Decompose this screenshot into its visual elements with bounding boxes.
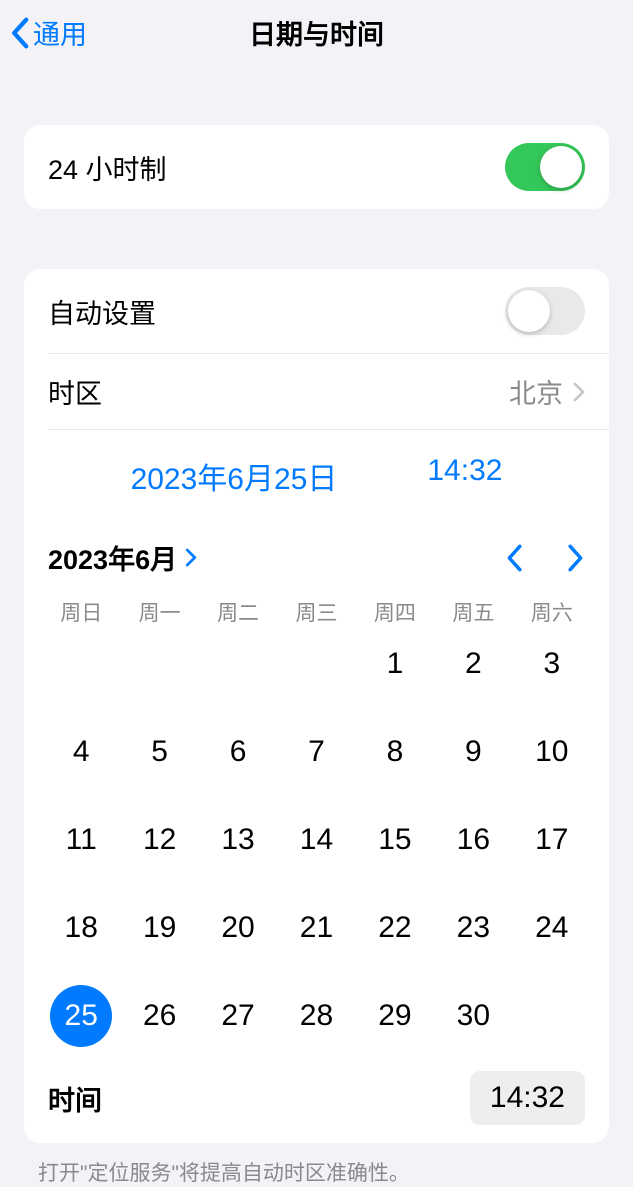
calendar-day[interactable]: 8 — [356, 719, 434, 785]
calendar-day[interactable]: 24 — [513, 895, 591, 961]
section-datetime: 自动设置 时区 北京 2023年6月25日 14:32 2023年6月 — [24, 269, 609, 1143]
calendar-day[interactable]: 5 — [120, 719, 198, 785]
calendar-day[interactable]: 6 — [199, 719, 277, 785]
calendar-day[interactable]: 27 — [199, 983, 277, 1049]
weekday-label: 周日 — [42, 597, 120, 627]
month-label-text: 2023年6月 — [48, 538, 177, 577]
calendar-day[interactable]: 22 — [356, 895, 434, 961]
time-display[interactable]: 14:32 — [427, 454, 502, 498]
date-display[interactable]: 2023年6月25日 — [131, 454, 338, 498]
back-label: 通用 — [33, 13, 87, 52]
datetime-display: 2023年6月25日 14:32 — [48, 429, 609, 522]
calendar-day-empty — [42, 631, 120, 697]
prev-month-button[interactable] — [505, 544, 523, 572]
label-24h-clock: 24 小时制 — [48, 148, 167, 187]
calendar-day[interactable]: 17 — [513, 807, 591, 873]
time-picker[interactable]: 14:32 — [470, 1071, 585, 1125]
chevron-left-icon — [10, 17, 29, 49]
chevron-right-icon — [185, 548, 197, 567]
header: 通用 日期与时间 — [0, 0, 633, 65]
calendar-day[interactable]: 1 — [356, 631, 434, 697]
back-button[interactable]: 通用 — [10, 13, 87, 52]
calendar-day[interactable]: 12 — [120, 807, 198, 873]
calendar-day[interactable]: 16 — [434, 807, 512, 873]
weekday-label: 周四 — [356, 597, 434, 627]
calendar-day-empty — [277, 631, 355, 697]
weekday-label: 周二 — [199, 597, 277, 627]
calendar-day[interactable]: 21 — [277, 895, 355, 961]
page-title: 日期与时间 — [0, 13, 633, 52]
calendar-day[interactable]: 11 — [42, 807, 120, 873]
calendar-day[interactable]: 25 — [42, 983, 120, 1049]
month-selector[interactable]: 2023年6月 — [48, 538, 197, 577]
switch-thumb — [540, 146, 582, 188]
switch-auto-set[interactable] — [505, 287, 585, 335]
timezone-text: 北京 — [509, 372, 563, 411]
value-timezone: 北京 — [509, 372, 585, 411]
label-auto-set: 自动设置 — [48, 292, 156, 331]
time-row: 时间 14:32 — [24, 1057, 609, 1143]
calendar-header: 2023年6月 — [24, 522, 609, 587]
calendar-day[interactable]: 7 — [277, 719, 355, 785]
calendar-day[interactable]: 15 — [356, 807, 434, 873]
weekday-label: 周三 — [277, 597, 355, 627]
calendar-day[interactable]: 18 — [42, 895, 120, 961]
label-timezone: 时区 — [48, 372, 102, 411]
calendar-day[interactable]: 14 — [277, 807, 355, 873]
calendar-day[interactable]: 26 — [120, 983, 198, 1049]
weekday-row: 周日周一周二周三周四周五周六 — [24, 587, 609, 631]
month-nav — [505, 544, 585, 572]
weekday-label: 周六 — [513, 597, 591, 627]
calendar-day[interactable]: 30 — [434, 983, 512, 1049]
calendar-day[interactable]: 29 — [356, 983, 434, 1049]
calendar-day[interactable]: 13 — [199, 807, 277, 873]
calendar-grid: 1234567891011121314151617181920212223242… — [24, 631, 609, 1057]
calendar-day-empty — [199, 631, 277, 697]
calendar-day[interactable]: 3 — [513, 631, 591, 697]
calendar-day[interactable]: 4 — [42, 719, 120, 785]
weekday-label: 周五 — [434, 597, 512, 627]
calendar-day[interactable]: 28 — [277, 983, 355, 1049]
calendar-day[interactable]: 9 — [434, 719, 512, 785]
next-month-button[interactable] — [567, 544, 585, 572]
calendar-day[interactable]: 23 — [434, 895, 512, 961]
weekday-label: 周一 — [120, 597, 198, 627]
row-timezone[interactable]: 时区 北京 — [48, 353, 609, 429]
switch-24h-clock[interactable] — [505, 143, 585, 191]
row-auto-set: 自动设置 — [24, 269, 609, 353]
calendar-day[interactable]: 20 — [199, 895, 277, 961]
calendar-day[interactable]: 10 — [513, 719, 591, 785]
calendar-day-empty — [120, 631, 198, 697]
section-24h: 24 小时制 — [24, 125, 609, 209]
switch-thumb — [508, 290, 550, 332]
calendar-day[interactable]: 2 — [434, 631, 512, 697]
row-24h-clock: 24 小时制 — [24, 125, 609, 209]
time-label: 时间 — [48, 1079, 102, 1118]
calendar-day[interactable]: 19 — [120, 895, 198, 961]
chevron-right-icon — [573, 382, 585, 402]
